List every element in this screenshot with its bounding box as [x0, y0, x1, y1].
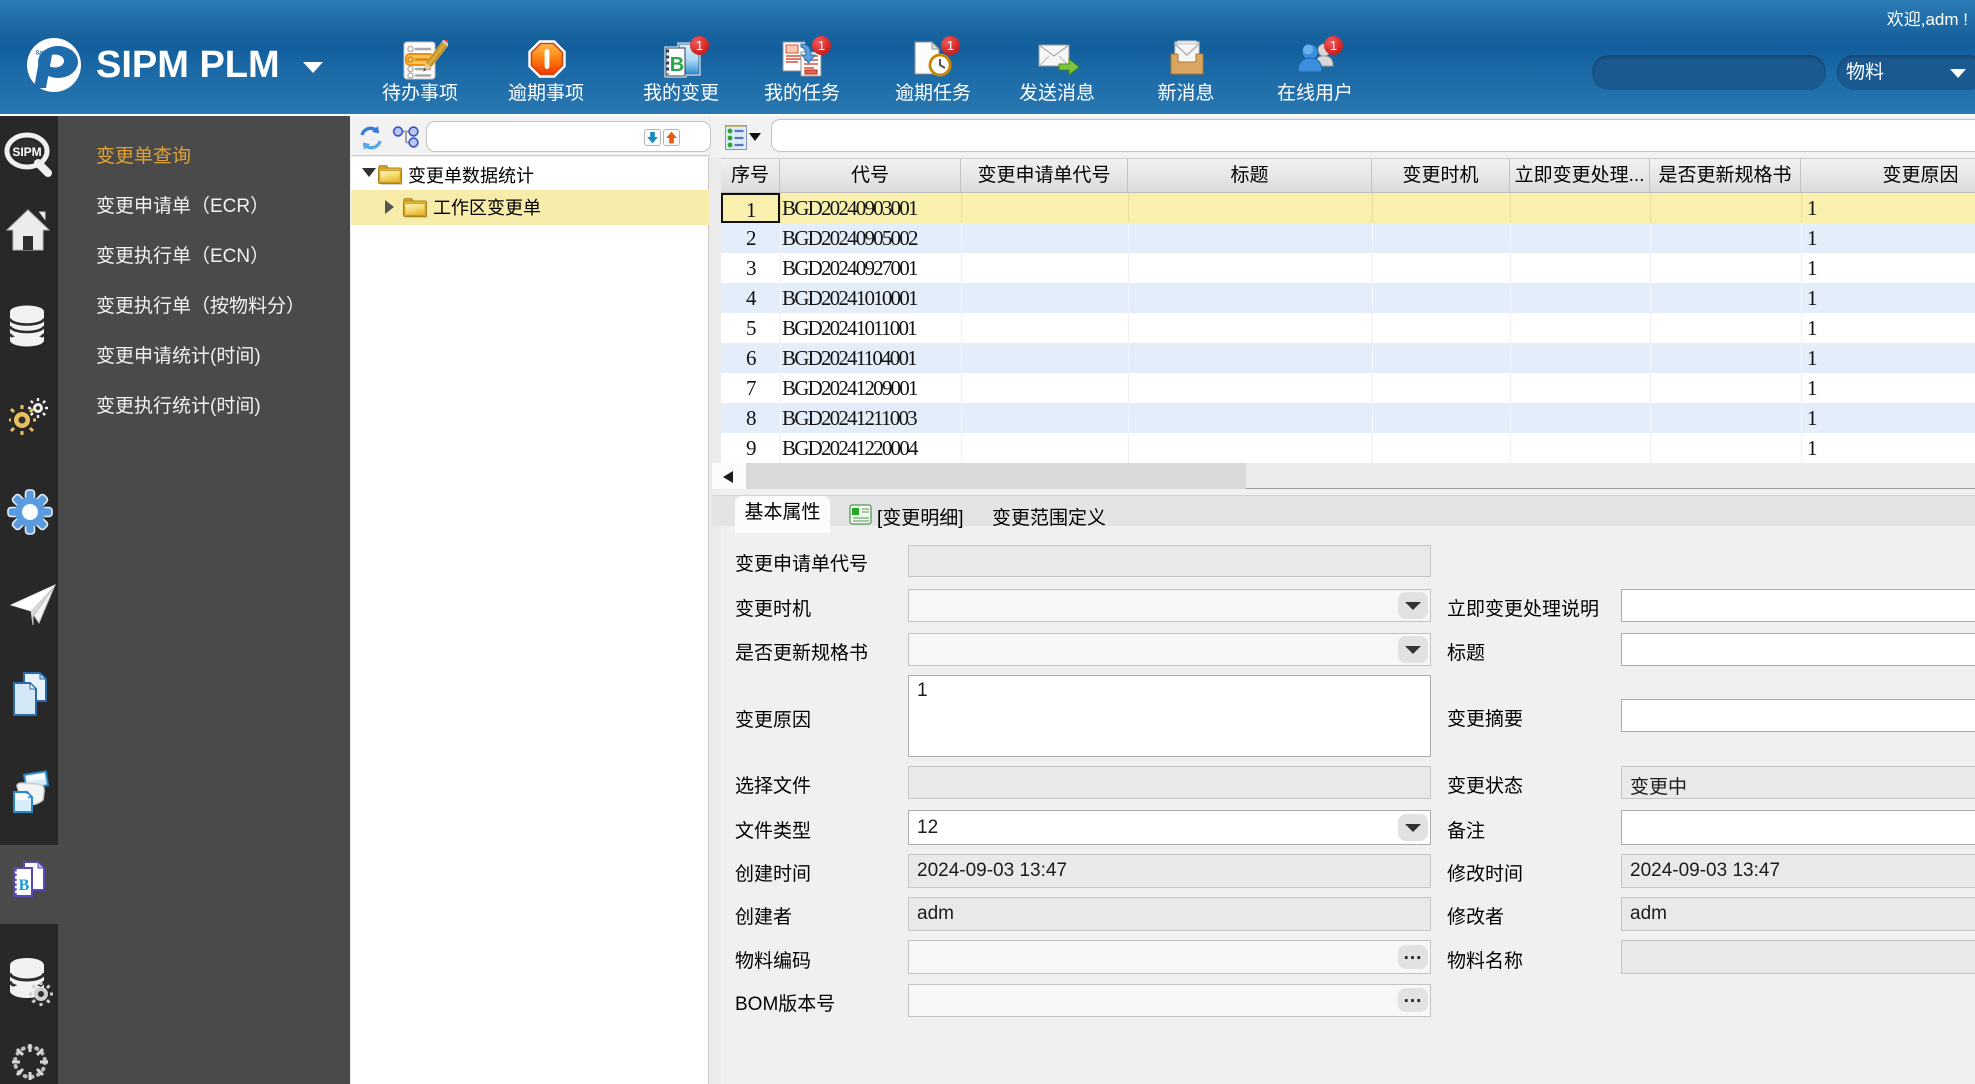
svg-text:B: B [670, 54, 684, 76]
svg-text:B: B [19, 877, 30, 894]
svg-text:SIPM: SIPM [12, 145, 41, 159]
